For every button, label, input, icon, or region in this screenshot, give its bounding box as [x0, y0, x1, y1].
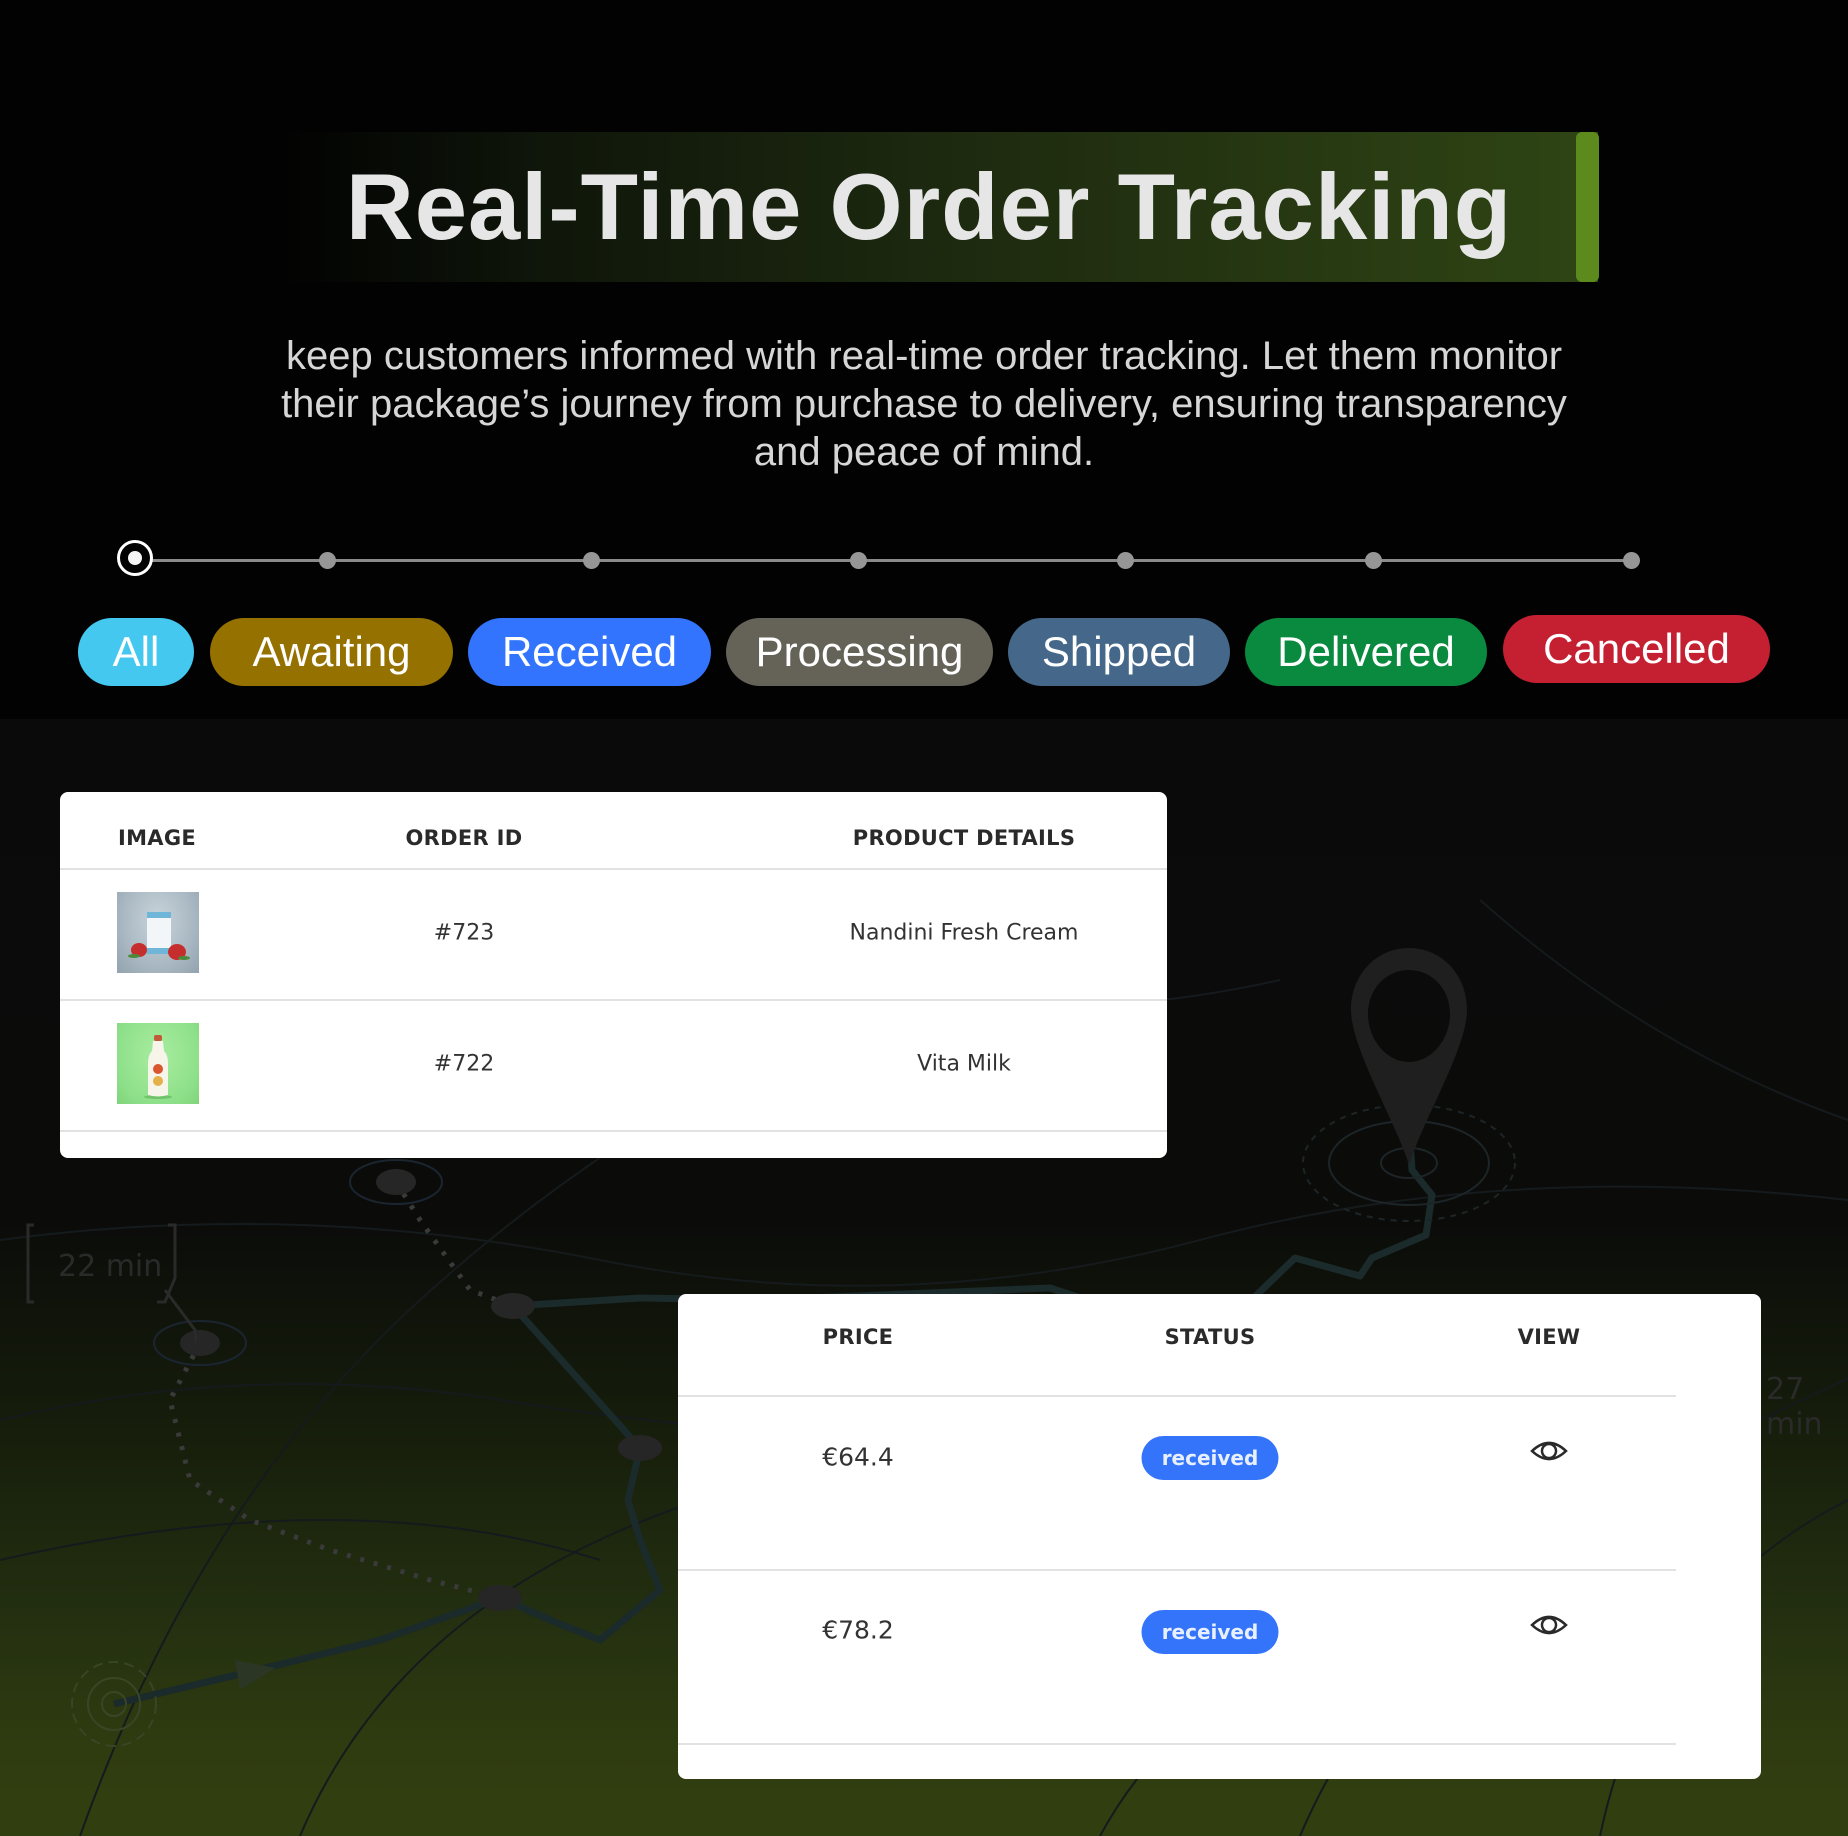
column-header-status: STATUS — [1164, 1325, 1256, 1349]
timeline-step-2[interactable] — [319, 552, 336, 569]
price-value: €64.4 — [822, 1442, 894, 1472]
column-header-price: PRICE — [822, 1325, 894, 1349]
dotted-route — [167, 1341, 501, 1601]
row-divider — [678, 1569, 1676, 1571]
timeline-step-5[interactable] — [1117, 552, 1134, 569]
product-thumbnail-milk — [117, 1023, 199, 1104]
row-divider — [678, 1395, 1676, 1397]
page-subtitle: keep customers informed with real-time o… — [281, 334, 1567, 474]
order-id: #723 — [433, 920, 495, 946]
column-header-product-details: PRODUCT DETAILS — [852, 826, 1076, 850]
location-pin-icon — [1351, 948, 1467, 1165]
order-id: #722 — [433, 1051, 495, 1077]
timeline-step-7[interactable] — [1623, 552, 1640, 569]
status-table: PRICE STATUS VIEW €64.4 received €78.2 r… — [678, 1294, 1761, 1779]
filter-cancelled[interactable]: Cancelled — [1503, 615, 1770, 683]
column-header-view: VIEW — [1517, 1325, 1581, 1349]
order-progress-timeline — [0, 540, 1848, 584]
filter-delivered[interactable]: Delivered — [1245, 618, 1487, 686]
row-divider — [678, 1743, 1676, 1745]
price-value: €78.2 — [822, 1615, 894, 1645]
filter-shipped[interactable]: Shipped — [1008, 618, 1230, 686]
column-header-image: IMAGE — [117, 826, 197, 850]
product-thumbnail-cream — [117, 892, 199, 973]
eye-icon — [1530, 1441, 1568, 1461]
view-order-button[interactable] — [1529, 1611, 1569, 1639]
timeline-step-1-active[interactable] — [117, 540, 153, 576]
filter-all[interactable]: All — [78, 618, 194, 686]
filter-received[interactable]: Received — [468, 618, 711, 686]
orders-table: IMAGE ORDER ID PRODUCT DETAILS #723 Nand… — [60, 792, 1167, 1158]
row-divider — [60, 999, 1167, 1001]
row-divider — [60, 1130, 1167, 1132]
dotted-route — [393, 1180, 514, 1309]
timeline-track — [138, 559, 1631, 562]
page-title: Real-Time Order Tracking — [345, 154, 1513, 259]
eta-label-27-min: 27 min — [1766, 1372, 1823, 1442]
product-name: Vita Milk — [917, 1051, 1011, 1077]
filter-processing[interactable]: Processing — [726, 618, 993, 686]
timeline-step-4[interactable] — [850, 552, 867, 569]
column-header-order-id: ORDER ID — [405, 826, 523, 850]
eye-icon — [1530, 1615, 1568, 1635]
timeline-step-6[interactable] — [1365, 552, 1382, 569]
status-badge: received — [1141, 1610, 1279, 1654]
timeline-step-3[interactable] — [583, 552, 600, 569]
cream-pouch-image — [128, 912, 190, 960]
eta-label-22-min: 22 min — [58, 1249, 163, 1284]
milk-bottle-image — [144, 1035, 172, 1099]
row-divider — [60, 868, 1167, 870]
product-name: Nandini Fresh Cream — [849, 920, 1079, 946]
title-accent-bar — [1576, 132, 1599, 282]
view-order-button[interactable] — [1529, 1437, 1569, 1465]
status-badge: received — [1141, 1436, 1279, 1480]
filter-awaiting[interactable]: Awaiting — [210, 618, 453, 686]
